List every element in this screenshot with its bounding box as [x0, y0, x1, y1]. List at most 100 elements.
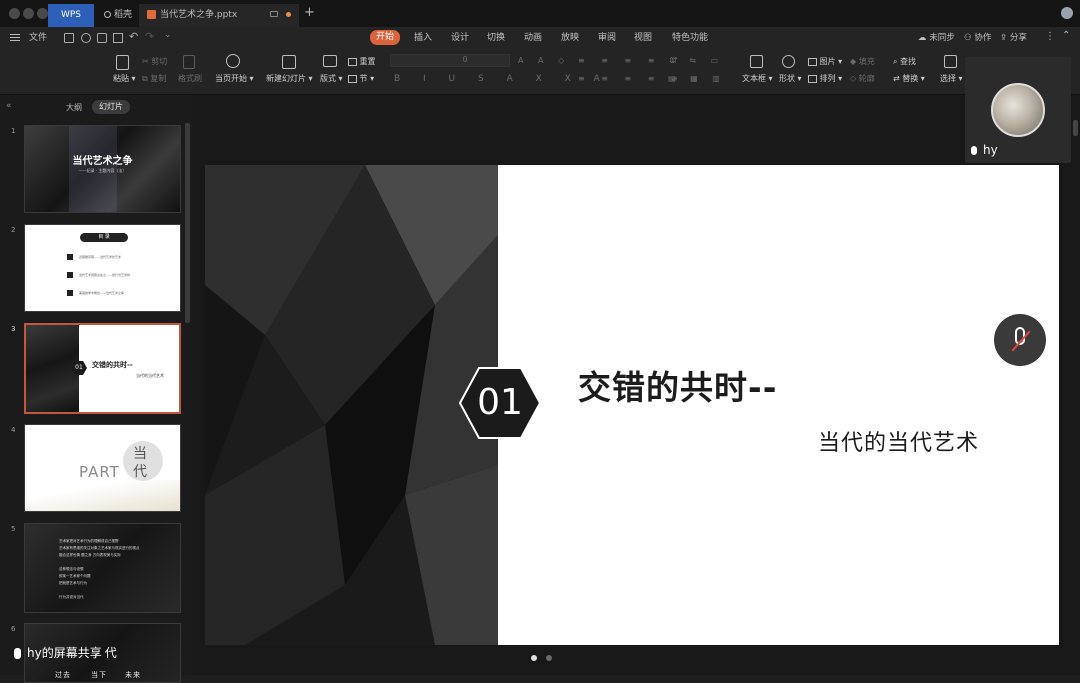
panel-scrollbar[interactable]: [185, 123, 190, 323]
file-menu[interactable]: 文件: [29, 31, 47, 45]
maximize-window-button[interactable]: [37, 8, 48, 19]
find-button[interactable]: ⌕ 查找: [893, 56, 916, 68]
thumb-5-line: 即某一艺术家个问题: [59, 574, 91, 578]
tab-wps[interactable]: WPS: [48, 4, 94, 27]
arrange-button[interactable]: 排列 ▾: [808, 73, 842, 85]
tab-1[interactable]: 开始: [370, 30, 401, 45]
text-direction-icons[interactable]: ⇕ ⇋ ▭: [668, 55, 724, 67]
tab-home-label: 稻壳: [114, 10, 133, 20]
layout-label: 版式: [320, 74, 336, 83]
select-button[interactable]: 选择 ▾: [940, 73, 963, 85]
paste-button[interactable]: 粘贴 ▾: [113, 73, 136, 85]
format-painter-button[interactable]: 格式刷: [178, 73, 202, 85]
section-button[interactable]: 节 ▾: [348, 73, 374, 85]
slide-thumb-2[interactable]: 目 录 四幕剧序幕——当代艺术化艺术 当代艺术观照点在之——世行为艺术时 美丽的…: [24, 224, 181, 312]
outline-button[interactable]: ◇ 轮廓: [850, 73, 875, 85]
slide-thumb-1[interactable]: 当代艺术之争 ——纪录 · 主题内容（法）: [24, 125, 181, 213]
text-box-icon: [750, 55, 763, 68]
paragraph-icons[interactable]: ▤ ▦ ▥: [668, 73, 726, 85]
tab-2[interactable]: 插入: [414, 31, 432, 45]
more-options-icon[interactable]: ⋮: [1045, 31, 1055, 42]
print-icon[interactable]: [97, 33, 107, 43]
start-from-current-button[interactable]: 当页开始 ▾: [215, 73, 254, 85]
tab-6[interactable]: 放映: [561, 31, 579, 45]
layout-button[interactable]: 版式 ▾: [320, 73, 343, 85]
tab-home[interactable]: 稻壳: [96, 4, 138, 27]
share-button[interactable]: ⇪ 分享: [1000, 32, 1027, 44]
thumb-6-text-3: 未来: [125, 671, 141, 679]
sync-status-button[interactable]: ☁ 未同步: [918, 32, 955, 44]
tab-outline[interactable]: 大纲: [66, 102, 82, 113]
tab-4[interactable]: 切换: [487, 31, 505, 45]
ribbon-toolbar: 粘贴 ▾ ✂ 剪切 ⧉ 复制 格式刷 当页开始 ▾ 新建幻灯片 ▾ 版式 ▾ 重…: [0, 49, 1080, 95]
monitor-icon[interactable]: [270, 11, 278, 17]
thumb-1-number: 1: [11, 127, 16, 135]
thumb-2-bullet-3: [67, 290, 73, 296]
account-avatar[interactable]: [1061, 7, 1073, 19]
select-label: 选择: [940, 74, 956, 83]
redo-icon[interactable]: ↷: [145, 30, 154, 43]
tab-slides[interactable]: 幻灯片: [92, 100, 130, 114]
collapse-panel-icon[interactable]: «: [6, 101, 12, 111]
slide-title: 交错的共时--: [578, 368, 778, 407]
tab-9[interactable]: 特色功能: [672, 31, 708, 45]
person-icon: ⚇: [964, 33, 972, 43]
fill-button[interactable]: ◆ 填充: [850, 56, 875, 68]
copy-button[interactable]: ⧉ 复制: [142, 73, 166, 85]
page-dot-2[interactable]: [546, 655, 552, 661]
tab-3[interactable]: 设计: [451, 31, 469, 45]
sync-status-label: 未同步: [929, 33, 955, 43]
thumb-3-subtitle: 当代的当代艺术: [136, 373, 164, 378]
font-size-adjust-icons[interactable]: A A ◇: [518, 55, 570, 67]
thumb-2-item-3: 美丽的学术概念——当代艺术之争: [79, 291, 125, 295]
save-icon[interactable]: [64, 33, 74, 43]
tab-8[interactable]: 视图: [634, 31, 652, 45]
copy-label: 复制: [150, 74, 167, 83]
slide-thumb-3[interactable]: 01 交错的共时-- 当代的当代艺术: [24, 323, 181, 414]
section-label: 节: [359, 74, 368, 83]
share-icon: ⇪: [1000, 33, 1008, 43]
canvas-scrollbar[interactable]: [1073, 120, 1078, 136]
font-size-input[interactable]: 0: [440, 54, 490, 67]
thumb-4-number: 4: [11, 426, 16, 434]
hamburger-menu-icon[interactable]: [10, 34, 20, 35]
sync-icon[interactable]: [81, 33, 91, 43]
collapse-ribbon-icon[interactable]: ⌃: [1062, 30, 1070, 41]
reset-button[interactable]: 重置: [348, 56, 376, 68]
tab-5[interactable]: 动画: [524, 31, 542, 45]
thumb-6-text-2: 当下: [91, 671, 107, 679]
new-tab-plus-icon[interactable]: +: [304, 5, 315, 21]
shape-button[interactable]: 形状 ▾: [779, 73, 802, 85]
replace-button[interactable]: ⇄ 替换 ▾: [893, 73, 925, 85]
quick-access-dropdown-icon[interactable]: ⌄: [164, 30, 172, 40]
collab-button[interactable]: ⚇ 协作: [964, 32, 991, 44]
slide-thumb-5[interactable]: 艺术家把对艺术行为的理解成自己视野 艺术家有思维的关注对象之艺术家与现实进行的视点…: [24, 523, 181, 613]
section-icon: [348, 74, 357, 83]
text-box-button[interactable]: 文本框 ▾: [742, 73, 773, 85]
close-window-button[interactable]: [9, 8, 20, 19]
slide-badge-number: 01: [477, 382, 523, 423]
new-slide-button[interactable]: 新建幻灯片 ▾: [266, 73, 313, 85]
thumb-6-number: 6: [11, 625, 16, 633]
slide-thumb-4[interactable]: PART 当 代: [24, 424, 181, 512]
current-slide[interactable]: 01 交错的共时-- 当代的当代艺术: [205, 165, 1059, 645]
share-label: 分享: [1009, 33, 1027, 43]
muted-mic-button[interactable]: [994, 314, 1046, 366]
picture-button[interactable]: 图片 ▾: [808, 56, 842, 68]
tab-7[interactable]: 审阅: [598, 31, 616, 45]
thumb-2-title: 目 录: [80, 233, 128, 242]
thumb-2-item-2: 当代艺术观照点在之——世行为艺术时: [79, 273, 131, 277]
thumb-4-wave: [25, 480, 180, 511]
thumb-2-bullet-1: [67, 254, 73, 260]
page-dot-1[interactable]: [531, 655, 537, 661]
cut-button[interactable]: ✂ 剪切: [142, 56, 167, 68]
microphone-icon: [971, 146, 977, 155]
thumb-1-subtitle: ——纪录 · 主题内容（法）: [78, 168, 127, 173]
find-label: 查找: [900, 57, 917, 66]
minimize-window-button[interactable]: [23, 8, 34, 19]
print-preview-icon[interactable]: [113, 33, 123, 43]
undo-icon[interactable]: ↶: [129, 30, 138, 43]
title-bar: WPS 稻壳 当代艺术之争.pptx +: [0, 0, 1080, 27]
thumb-3-title: 交错的共时--: [92, 361, 133, 369]
participant-video-tile[interactable]: hy: [965, 57, 1071, 163]
